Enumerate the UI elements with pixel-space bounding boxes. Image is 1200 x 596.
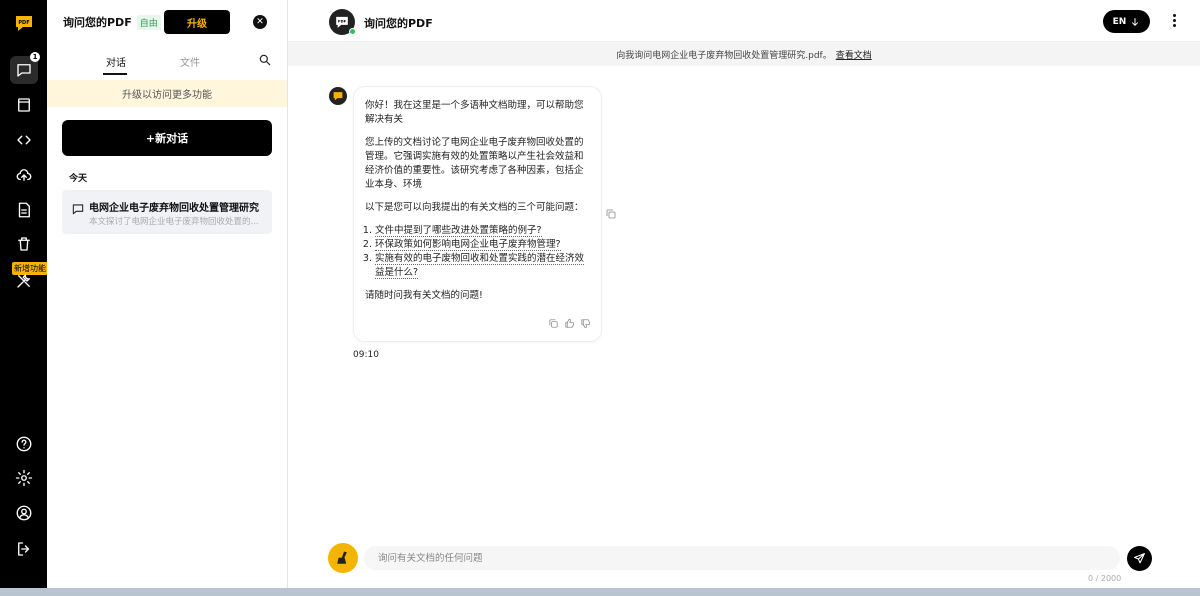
new-chat-button[interactable]: +新对话 — [62, 120, 272, 156]
chat-input[interactable] — [364, 546, 1120, 570]
document-bar: 向我询问电网企业电子废弃物回收处置管理研究.pdf。 查看文档 — [288, 42, 1200, 66]
taskbar-strip — [0, 588, 1200, 596]
message-closing: 请随时问我有关文档的问题! — [365, 290, 483, 301]
send-button[interactable] — [1127, 546, 1152, 571]
language-button[interactable]: EN — [1103, 10, 1150, 33]
suggested-question[interactable]: 环保政策如何影响电网企业电子废弃物管理? — [375, 238, 590, 252]
user-icon[interactable] — [10, 499, 38, 527]
suggested-question[interactable]: 实施有效的电子废物回收和处置实践的潜在经济效益是什么? — [375, 252, 590, 280]
plan-badge: 自由 — [136, 14, 161, 30]
upgrade-button[interactable]: 升级 — [164, 10, 230, 34]
language-label: EN — [1112, 16, 1127, 27]
send-icon — [1134, 553, 1145, 564]
message-summary: 您上传的文档讨论了电网企业电子废弃物回收处置的管理。它强调实施有效的处置策略以产… — [365, 137, 584, 190]
chat-bubble-icon — [72, 204, 84, 215]
document-icon[interactable] — [10, 91, 38, 119]
logo-icon[interactable]: PDF — [13, 12, 35, 34]
chat-item-title: 电网企业电子废弃物回收处置管理研究 — [89, 203, 259, 214]
upload-icon[interactable] — [10, 161, 38, 189]
arrow-down-icon — [1132, 17, 1139, 26]
file-icon[interactable] — [10, 196, 38, 224]
tools-icon[interactable] — [10, 267, 38, 295]
section-label-today: 今天 — [69, 174, 88, 184]
svg-text:PDF: PDF — [18, 20, 29, 26]
upgrade-banner[interactable]: 升级以访问更多功能 — [47, 80, 287, 107]
document-prompt: 向我询问电网企业电子废弃物回收处置管理研究.pdf。 — [616, 50, 832, 61]
close-icon[interactable]: ✕ — [253, 15, 267, 29]
character-counter: 0 / 2000 — [1088, 574, 1122, 583]
tab-files[interactable]: 文件 — [180, 54, 200, 69]
chat-icon[interactable]: 1 — [10, 52, 40, 84]
copy-icon[interactable] — [605, 208, 617, 220]
help-icon[interactable] — [10, 430, 38, 458]
clear-chat-button[interactable] — [328, 543, 358, 573]
search-icon[interactable] — [258, 53, 272, 67]
tab-underline — [103, 73, 127, 75]
message-questions-intro: 以下是您可以向我提出的有关文档的三个可能问题： — [365, 202, 584, 213]
sidebar-title: 询问您的PDF — [63, 16, 132, 29]
svg-text:PDF: PDF — [338, 20, 347, 24]
assistant-message: 你好！我在这里是一个多语种文档助理，可以帮助您解决有关 您上传的文档讨论了电网企… — [353, 86, 602, 342]
sidebar-tabs: 对话 文件 — [47, 48, 287, 76]
icon-rail: PDF 1 新增功能 — [0, 0, 48, 588]
thumbs-up-icon[interactable] — [564, 318, 575, 329]
broom-icon — [337, 551, 347, 564]
tab-conversations[interactable]: 对话 — [106, 54, 126, 69]
chat-item-summary: 本文探讨了电网企业电子废弃物回收处置的... — [89, 217, 259, 227]
notification-badge: 1 — [30, 52, 40, 62]
chat-list-item[interactable]: 电网企业电子废弃物回收处置管理研究 本文探讨了电网企业电子废弃物回收处置的... — [62, 190, 272, 234]
settings-icon[interactable] — [10, 464, 38, 492]
app-root: PDF 1 新增功能 询问您的PDF 自由 升级 ✕ 对话 文件 升级以访问更多… — [0, 0, 1200, 596]
message-actions — [548, 318, 591, 329]
message-timestamp: 09:10 — [353, 350, 379, 360]
bot-message-avatar — [329, 87, 347, 105]
logout-icon[interactable] — [10, 535, 38, 563]
suggested-question[interactable]: 文件中提到了哪些改进处置策略的例子? — [375, 224, 590, 238]
sidebar: 询问您的PDF 自由 升级 ✕ 对话 文件 升级以访问更多功能 +新对话 今天 … — [47, 0, 288, 588]
thumbs-down-icon[interactable] — [580, 318, 591, 329]
copy-icon[interactable] — [548, 318, 559, 329]
code-icon[interactable] — [10, 126, 38, 154]
online-status-dot — [349, 28, 356, 35]
main-panel: PDF 询问您的PDF EN 向我询问电网企业电子废弃物回收处置管理研究.pdf… — [288, 0, 1200, 588]
top-bar: PDF 询问您的PDF EN — [288, 0, 1200, 42]
page-title: 询问您的PDF — [364, 17, 433, 30]
view-document-link[interactable]: 查看文档 — [836, 48, 872, 61]
more-options-icon[interactable] — [1172, 13, 1178, 29]
suggested-questions: 文件中提到了哪些改进处置策略的例子? 环保政策如何影响电网企业电子废弃物管理? … — [365, 224, 590, 280]
trash-icon[interactable] — [10, 230, 38, 258]
message-greeting: 你好！我在这里是一个多语种文档助理，可以帮助您解决有关 — [365, 100, 584, 125]
